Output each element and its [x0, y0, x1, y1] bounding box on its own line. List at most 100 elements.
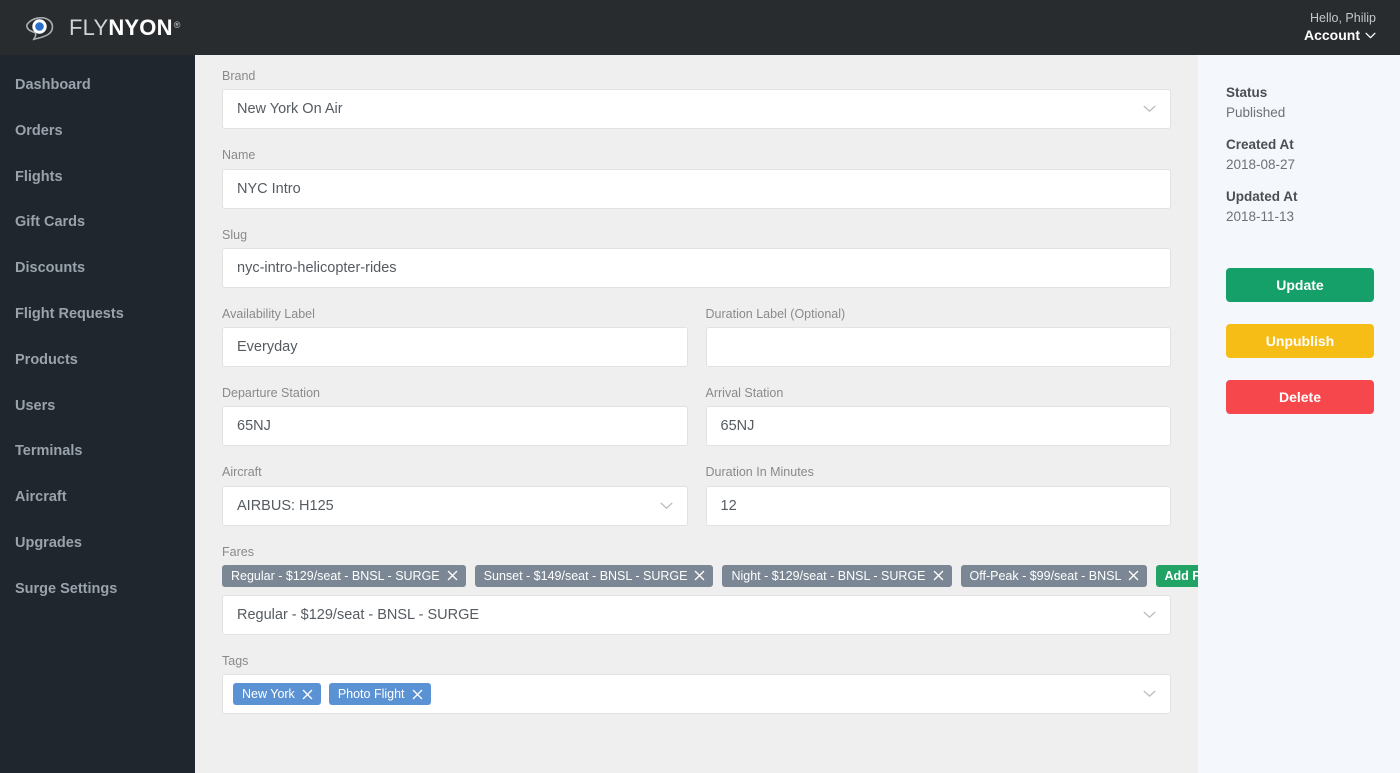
brand-value: New York On Air: [237, 101, 343, 118]
close-x-icon[interactable]: [412, 689, 423, 700]
sidebar-item-upgrades[interactable]: Upgrades: [0, 521, 195, 567]
flynyon-eye-logo-icon: [26, 16, 54, 40]
delete-button[interactable]: Delete: [1226, 380, 1374, 415]
chevron-down-icon: [1365, 33, 1376, 39]
created-at-label: Created At: [1226, 137, 1294, 153]
fare-chip-label: Sunset - $149/seat - BNSL - SURGE: [483, 568, 688, 583]
tag-chip: New York: [233, 683, 321, 705]
updated-at-label: Updated At: [1226, 189, 1298, 205]
row-stations: Departure Station 65NJ Arrival Station 6…: [222, 385, 1171, 464]
logo-fly-text: FLY: [69, 14, 109, 40]
row-availability-duration: Availability Label Everyday Duration Lab…: [222, 306, 1171, 385]
brand-select[interactable]: New York On Air: [222, 89, 1171, 130]
availability-input[interactable]: Everyday: [222, 327, 688, 367]
row-aircraft-duration: Aircraft AIRBUS: H125 Duration In Minute…: [222, 464, 1171, 543]
field-fares: Fares Regular - $129/seat - BNSL - SURGE…: [222, 544, 1198, 635]
sidebar-item-users[interactable]: Users: [0, 384, 195, 430]
departure-station-value: 65NJ: [237, 418, 271, 435]
close-x-icon[interactable]: [694, 570, 705, 581]
sidebar-item-surge-settings[interactable]: Surge Settings: [0, 567, 195, 613]
duration-minutes-input[interactable]: 12: [705, 485, 1171, 526]
product-meta-panel: Status Published Created At 2018-08-27 U…: [1198, 55, 1400, 773]
tag-chip-label: New York: [242, 687, 295, 701]
sidebar-item-gift-cards[interactable]: Gift Cards: [0, 200, 195, 246]
field-tags: Tags New York Photo Flight: [222, 653, 1171, 714]
fare-chip: Sunset - $149/seat - BNSL - SURGE: [474, 564, 714, 587]
sidebar-item-flight-requests[interactable]: Flight Requests: [0, 292, 195, 338]
fare-select[interactable]: Regular - $129/seat - BNSL - SURGE: [222, 594, 1171, 635]
top-header-bar: FLY NYON ® Hello, Philip Account: [0, 0, 1400, 55]
tags-multiselect[interactable]: New York Photo Flight: [222, 674, 1171, 714]
fare-chip: Night - $129/seat - BNSL - SURGE: [722, 564, 952, 587]
status-value: Published: [1226, 104, 1286, 120]
logo-wordmark: FLY NYON ®: [69, 14, 181, 40]
logo-registered-mark: ®: [173, 19, 181, 30]
sidebar-item-products[interactable]: Products: [0, 338, 195, 384]
chevron-down-icon: [1143, 611, 1156, 618]
chevron-down-icon: [1143, 105, 1156, 113]
greeting-text: Hello, Philip: [1309, 10, 1376, 25]
departure-station-label: Departure Station: [222, 386, 320, 400]
brand-logo[interactable]: FLY NYON ®: [24, 15, 181, 41]
product-form: Brand New York On Air Name NYC Intro Slu…: [195, 55, 1198, 762]
status-label: Status: [1226, 85, 1268, 100]
chevron-down-icon: [660, 502, 672, 509]
brand-label: Brand: [222, 69, 256, 83]
fare-chip-label: Off-Peak - $99/seat - BNSL: [969, 568, 1122, 583]
field-duration-minutes: Duration In Minutes 12: [705, 464, 1171, 526]
duration-label-label: Duration Label (Optional): [705, 306, 846, 321]
sidebar-nav: Dashboard Orders Flights Gift Cards Disc…: [0, 55, 195, 773]
close-x-icon[interactable]: [302, 689, 313, 700]
update-button[interactable]: Update: [1226, 268, 1374, 303]
tag-chip: Photo Flight: [328, 683, 431, 705]
unpublish-button[interactable]: Unpublish: [1226, 324, 1374, 359]
sidebar-item-discounts[interactable]: Discounts: [0, 246, 195, 292]
aircraft-label: Aircraft: [222, 465, 262, 480]
product-form-panel: Brand New York On Air Name NYC Intro Slu…: [195, 55, 1198, 773]
fare-chip-label: Night - $129/seat - BNSL - SURGE: [731, 568, 926, 583]
availability-value: Everyday: [237, 339, 298, 355]
field-departure-station: Departure Station 65NJ: [222, 385, 688, 447]
close-x-icon[interactable]: [1128, 570, 1139, 581]
field-duration-label: Duration Label (Optional): [705, 306, 1171, 367]
availability-label: Availability Label: [222, 306, 315, 321]
duration-label-input[interactable]: [705, 327, 1171, 367]
fare-chip: Off-Peak - $99/seat - BNSL: [960, 564, 1148, 587]
tag-chip-label: Photo Flight: [337, 687, 405, 701]
departure-station-input[interactable]: 65NJ: [222, 406, 688, 447]
sidebar-item-terminals[interactable]: Terminals: [0, 429, 195, 475]
field-brand: Brand New York On Air: [222, 68, 1171, 130]
close-x-icon[interactable]: [447, 570, 458, 581]
account-dropdown-toggle[interactable]: Account: [1304, 26, 1376, 45]
fare-chip-list: Regular - $129/seat - BNSL - SURGE Sunse…: [222, 564, 1198, 587]
created-at-value: 2018-08-27: [1226, 156, 1296, 172]
slug-label: Slug: [222, 227, 248, 242]
field-name: Name NYC Intro: [222, 147, 1171, 209]
admin-page: FLY NYON ® Hello, Philip Account Dashboard…: [0, 0, 1400, 773]
fares-label: Fares: [222, 544, 254, 559]
slug-value: nyc-intro-helicopter-rides: [237, 259, 397, 276]
duration-minutes-value: 12: [720, 497, 737, 514]
close-x-icon[interactable]: [933, 570, 944, 581]
sidebar-item-aircraft[interactable]: Aircraft: [0, 475, 195, 521]
arrival-station-input[interactable]: 65NJ: [705, 406, 1171, 447]
aircraft-select[interactable]: AIRBUS: H125: [222, 485, 688, 526]
chevron-down-icon: [1143, 690, 1156, 697]
fare-chip-label: Regular - $129/seat - BNSL - SURGE: [231, 568, 440, 583]
account-menu[interactable]: Hello, Philip Account: [1304, 10, 1376, 46]
field-aircraft: Aircraft AIRBUS: H125: [222, 464, 688, 526]
field-availability-label: Availability Label Everyday: [222, 306, 688, 367]
slug-input[interactable]: nyc-intro-helicopter-rides: [222, 247, 1171, 288]
updated-at-value: 2018-11-13: [1226, 208, 1295, 224]
arrival-station-value: 65NJ: [720, 418, 755, 435]
add-fare-button[interactable]: Add Fare: [1156, 564, 1198, 587]
fare-chip: Regular - $129/seat - BNSL - SURGE: [222, 564, 466, 587]
aircraft-value: AIRBUS: H125: [237, 497, 334, 514]
name-input[interactable]: NYC Intro: [222, 168, 1171, 209]
sidebar-item-flights[interactable]: Flights: [0, 155, 195, 201]
fare-select-value: Regular - $129/seat - BNSL - SURGE: [237, 606, 480, 623]
name-label: Name: [222, 148, 256, 163]
sidebar-item-orders[interactable]: Orders: [0, 109, 195, 155]
sidebar-item-dashboard[interactable]: Dashboard: [0, 63, 195, 109]
account-label: Account: [1304, 27, 1360, 44]
